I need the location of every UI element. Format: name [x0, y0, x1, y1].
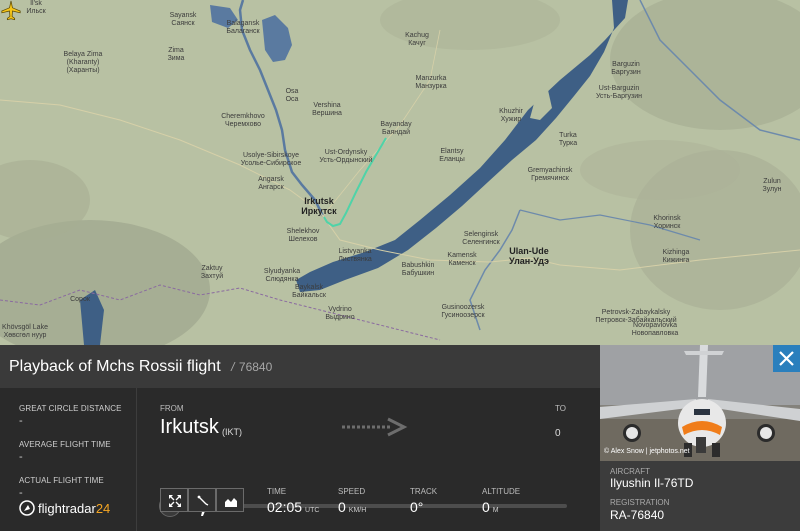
- fit-map-button[interactable]: [160, 488, 188, 512]
- map-label-kizhinga: Kizhinga Кижинга: [662, 249, 690, 264]
- map-label-kharanty: (Харанты): [66, 67, 100, 74]
- altitude-label: ALTITUDE: [482, 487, 521, 496]
- map-label-barguzin: Barguzin Баргузин: [611, 61, 641, 76]
- map-label-angarsk: Angarsk Ангарск: [258, 176, 284, 191]
- plane-icon[interactable]: [0, 0, 22, 22]
- map-label-osa: Osa Оса: [285, 88, 299, 103]
- altitude-value-wrap: 0M: [482, 499, 499, 515]
- logo-text: flightradar: [38, 500, 96, 516]
- map-terrain: [0, 0, 800, 345]
- actual-flight-time-label: ACTUAL FLIGHT TIME: [19, 476, 104, 485]
- map-label-usolye: Usolye-Sibirskoye Усолье-Сибирское: [240, 152, 302, 167]
- map-label-listvyanka: Listvyanka Листвянка: [338, 248, 372, 263]
- time-value-wrap: 02:05 UTC: [267, 499, 319, 515]
- destination-value: 0: [555, 428, 561, 439]
- actual-flight-time-value: -: [19, 487, 23, 499]
- map-label-khuzhir: Khuzhir Хужир: [499, 108, 523, 123]
- time-value: 02:05: [267, 499, 303, 515]
- map-label-ust-barguzin: Ust-Barguzin Усть-Баргузин: [595, 85, 643, 100]
- map-label-slyudyanka: Slyudyanka Слюдянка: [263, 268, 301, 283]
- aircraft-photo-image: [600, 345, 800, 461]
- fit-map-icon: [169, 495, 181, 507]
- title-separator: /: [231, 360, 235, 374]
- speed-unit: KM/H: [348, 507, 367, 514]
- altitude-value: 0: [482, 499, 490, 515]
- registration-label: REGISTRATION: [610, 498, 670, 507]
- track-value: 0°: [410, 499, 424, 515]
- map-label-zulun: Khövsgöl Lake Хөвсгөл нуур: [2, 324, 48, 339]
- arrow-right-icon: [342, 417, 408, 437]
- flight-info: GREAT CIRCLE DISTANCE - AVERAGE FLIGHT T…: [0, 388, 600, 531]
- average-flight-time-label: AVERAGE FLIGHT TIME: [19, 440, 111, 449]
- map-label-zaktuy: Zaktuy Захтуй: [200, 265, 224, 280]
- great-circle-distance-label: GREAT CIRCLE DISTANCE: [19, 404, 122, 413]
- map-label-khovsgol: Сорок: [70, 296, 90, 303]
- fr24-logo-icon: [19, 500, 35, 516]
- time-label: TIME: [267, 487, 287, 496]
- origin-code: (IKT): [222, 427, 242, 437]
- altitude-unit: M: [492, 507, 499, 514]
- from-label: FROM: [160, 404, 184, 413]
- map-label-kazachinskoe: Il'sk Ильск: [26, 0, 46, 15]
- map-label-khorinsk: Khorinsk Хоринск: [653, 215, 681, 230]
- logo-number: 24: [95, 500, 111, 516]
- flight-registration-short: 76840: [238, 360, 273, 374]
- track-value-wrap: 0°: [410, 499, 423, 515]
- aircraft-label: AIRCRAFT: [610, 467, 650, 476]
- speed-value-wrap: 0 KM/H: [338, 499, 366, 515]
- map-label-novopavlovka: Novopavlovka Новопавловка: [631, 322, 679, 337]
- map-label-kamensk: Kamensk Каменск: [447, 252, 477, 267]
- aircraft-photo[interactable]: © Alex Snow | jetphotos.net: [600, 345, 800, 461]
- origin-city[interactable]: Irkutsk: [160, 416, 219, 439]
- map-label-gremyachinsk: Gremyachinsk Гремячинск: [527, 167, 573, 182]
- map-label-bayanday: Bayanday Баяндай: [380, 121, 412, 136]
- close-icon: [779, 351, 794, 366]
- map-label-cheremkhovo: Cheremkhovo Черемхово: [221, 113, 265, 128]
- time-unit: UTC: [305, 507, 320, 514]
- altitude-graph-button[interactable]: [216, 488, 244, 512]
- speed-label: SPEED: [338, 487, 366, 496]
- flight-stats: GREAT CIRCLE DISTANCE - AVERAGE FLIGHT T…: [0, 388, 137, 531]
- map-label-zima: Zima Зима: [167, 47, 185, 62]
- map-label-balagansk: Balagansk Балаганск: [226, 20, 260, 35]
- map-label-kachug: Kachug Качуг: [405, 32, 429, 47]
- speed-value: 0: [338, 499, 346, 515]
- map-label-elantsy: Elantsy Еланцы: [439, 148, 465, 163]
- map-label-babushkin: Babushkin Бабушкин: [401, 262, 435, 277]
- aircraft-panel: © Alex Snow | jetphotos.net AIRCRAFT Ily…: [600, 345, 800, 531]
- to-label: TO: [555, 404, 566, 413]
- map-label-baykalsk: Baykalsk Байкальск: [292, 284, 326, 299]
- map-label-irkutsk: Irkutsk Иркутск: [301, 196, 337, 216]
- photo-credit[interactable]: © Alex Snow | jetphotos.net: [604, 448, 690, 455]
- map-label-shelekhov: Shelekhov Шелехов: [286, 228, 320, 243]
- flightradar24-logo[interactable]: flightradar 24: [19, 500, 110, 516]
- map-label-turka: Turka Турка: [558, 132, 578, 147]
- track-label: TRACK: [410, 487, 438, 496]
- flight-title-bar: Playback of Mchs Rossii flight / 76840: [0, 345, 600, 388]
- average-flight-time-value: -: [19, 451, 23, 463]
- aircraft-type: Ilyushin Il-76TD: [610, 476, 694, 490]
- flight-title: Playback of Mchs Rossii flight: [9, 358, 221, 375]
- great-circle-distance-value: -: [19, 415, 23, 427]
- map-label-selenginsk: Selenginsk Селенгинск: [462, 231, 500, 246]
- map-label-vershina: Vershina Вершина: [312, 102, 342, 117]
- show-route-button[interactable]: [188, 488, 216, 512]
- map-label-belaya-zima: Belaya Zima (Kharanty): [63, 51, 103, 66]
- graph-icon: [225, 498, 237, 507]
- map-label-ust-ordynsky: Ust-Ordynsky Усть-Ордынский: [319, 149, 373, 164]
- map-label-ulan-ude: Ulan-Ude Улан-Удэ: [509, 246, 549, 266]
- map-label-sosnovo: Zulun Зулун: [762, 178, 782, 193]
- map-label-vydrino: Vydrino Выдрино: [325, 306, 355, 321]
- map-label-sayansk: Sayansk Саянск: [169, 12, 197, 27]
- map-label-gusinoozersk: Gusinoozersk Гусиноозерск: [441, 304, 485, 319]
- route-icon: [197, 495, 209, 506]
- map-label-manzurka: Manzurka Манзурка: [415, 75, 447, 90]
- map-view[interactable]: Il'sk Ильск Sayansk Саянск Zima Зима Balaga…: [0, 0, 800, 345]
- close-button[interactable]: [773, 345, 800, 372]
- registration-value: RA-76840: [610, 508, 665, 522]
